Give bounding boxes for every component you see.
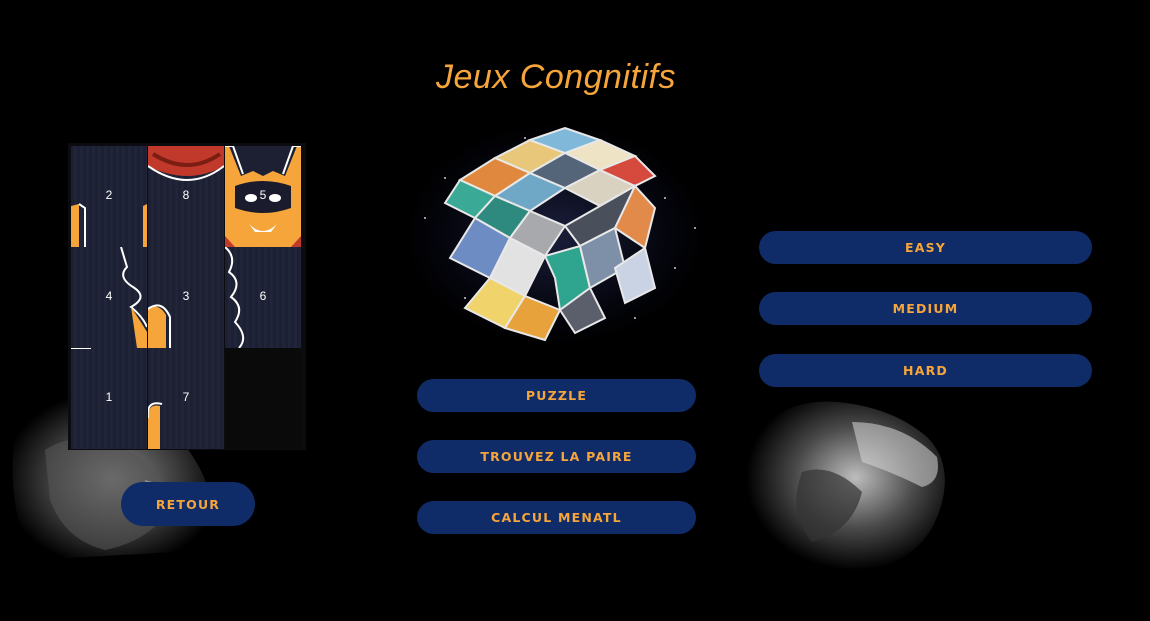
tile-number: 3 bbox=[182, 289, 190, 303]
puzzle-tile[interactable]: 7 bbox=[148, 348, 224, 449]
hard-button[interactable]: HARD bbox=[759, 354, 1092, 387]
sliding-puzzle-board: 2 8 5 4 3 6 1 7 bbox=[68, 143, 306, 450]
tile-number: 5 bbox=[259, 188, 267, 202]
page-title: Jeux Congnitifs bbox=[436, 58, 676, 96]
calcul-mental-button[interactable]: CALCUL MENATL bbox=[417, 501, 696, 534]
puzzle-empty-slot[interactable] bbox=[225, 348, 301, 449]
rubiks-cube-illustration bbox=[405, 122, 705, 346]
trouvez-la-paire-button[interactable]: TROUVEZ LA PAIRE bbox=[417, 440, 696, 473]
puzzle-tile[interactable]: 3 bbox=[148, 247, 224, 348]
puzzle-tile[interactable]: 1 bbox=[71, 348, 147, 449]
retour-button[interactable]: RETOUR bbox=[121, 482, 255, 526]
tile-number: 1 bbox=[105, 390, 113, 404]
tile-number: 2 bbox=[105, 188, 113, 202]
tile-number: 4 bbox=[105, 289, 113, 303]
puzzle-tile[interactable]: 4 bbox=[71, 247, 147, 348]
tile-number: 6 bbox=[259, 289, 267, 303]
puzzle-button[interactable]: PUZZLE bbox=[417, 379, 696, 412]
puzzle-tile[interactable]: 5 bbox=[225, 146, 301, 247]
puzzle-tile[interactable]: 8 bbox=[148, 146, 224, 247]
tile-number: 7 bbox=[182, 390, 190, 404]
puzzle-tile[interactable]: 2 bbox=[71, 146, 147, 247]
easy-button[interactable]: EASY bbox=[759, 231, 1092, 264]
medium-button[interactable]: MEDIUM bbox=[759, 292, 1092, 325]
lion-image-right bbox=[746, 401, 945, 570]
tile-number: 8 bbox=[182, 188, 190, 202]
puzzle-tile[interactable]: 6 bbox=[225, 247, 301, 348]
